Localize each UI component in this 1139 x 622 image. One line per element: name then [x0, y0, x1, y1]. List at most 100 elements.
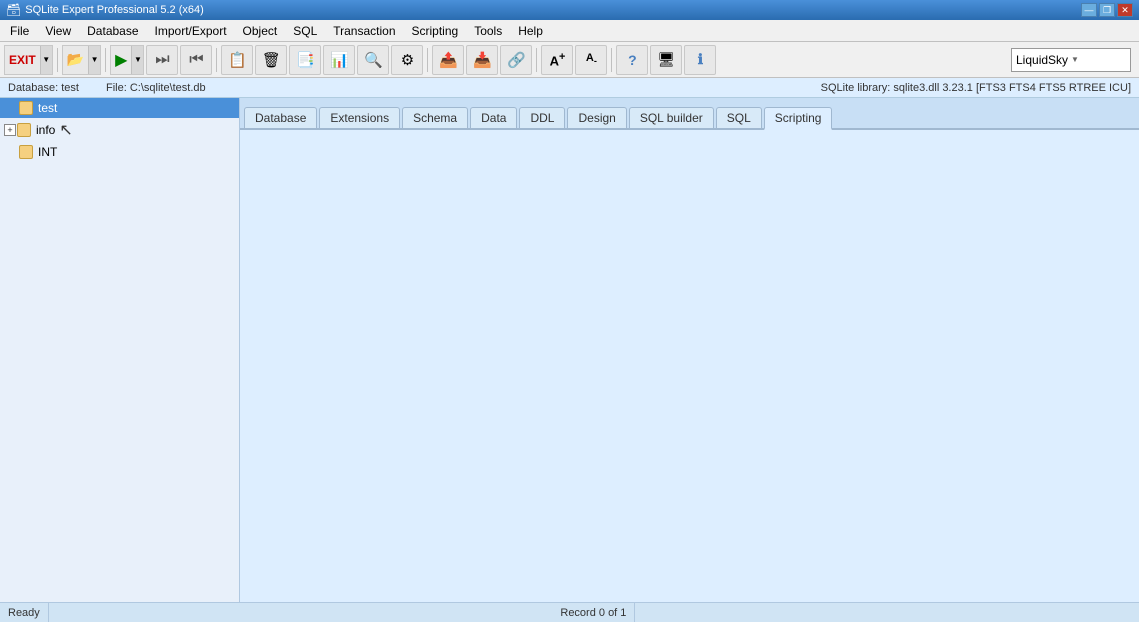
- exit-icon: EXIT: [5, 46, 40, 74]
- record-count: Record 0 of 1: [552, 603, 635, 622]
- info-icon: ℹ: [698, 51, 703, 68]
- menu-item-object[interactable]: Object: [235, 20, 286, 41]
- menu-item-import/export[interactable]: Import/Export: [147, 20, 235, 41]
- menu-item-transaction[interactable]: Transaction: [325, 20, 403, 41]
- query-button[interactable]: 🔍: [357, 45, 389, 75]
- menu-item-help[interactable]: Help: [510, 20, 551, 41]
- status-text: Ready: [0, 603, 49, 622]
- title-bar: 🗃 SQLite Expert Professional 5.2 (x64) —…: [0, 0, 1139, 20]
- tab-sql[interactable]: SQL: [716, 107, 762, 128]
- title-bar-left: 🗃 SQLite Expert Professional 5.2 (x64): [6, 3, 204, 17]
- tree-icon-test: [18, 100, 34, 116]
- open-button[interactable]: 📂 ▼: [62, 45, 101, 75]
- step-next-icon: ⏭: [155, 51, 169, 69]
- delete-table-button[interactable]: 🗑: [255, 45, 287, 75]
- separator-6: [611, 48, 612, 72]
- db-selector-value: LiquidSky: [1016, 53, 1071, 67]
- app-title: SQLite Expert Professional 5.2 (x64): [25, 4, 204, 16]
- menu-item-database[interactable]: Database: [79, 20, 146, 41]
- menu-item-tools[interactable]: Tools: [466, 20, 510, 41]
- ready-label: Ready: [8, 607, 40, 619]
- new-table-button[interactable]: 📋: [221, 45, 253, 75]
- menu-bar: FileViewDatabaseImport/ExportObjectSQLTr…: [0, 20, 1139, 42]
- font-increase-icon: A+: [550, 51, 566, 68]
- tree-item-INT[interactable]: INT: [0, 142, 239, 162]
- font-increase-button[interactable]: A+: [541, 45, 573, 75]
- edit-index-icon: 📊: [330, 51, 349, 69]
- sqlite-info: SQLite library: sqlite3.dll 3.23.1 [FTS3…: [821, 82, 1131, 94]
- separator-4: [427, 48, 428, 72]
- attach-icon: 🔗: [507, 51, 526, 69]
- db-icon-test: [19, 101, 33, 115]
- tab-scripting[interactable]: Scripting: [764, 107, 833, 130]
- tree-expand-INT: [4, 145, 18, 159]
- cursor-indicator: ↖: [59, 120, 72, 140]
- separator-2: [105, 48, 106, 72]
- menu-item-scripting[interactable]: Scripting: [404, 20, 467, 41]
- db-selector-arrow: ▼: [1071, 55, 1126, 64]
- db-icon-info: [17, 123, 31, 137]
- new-table-icon: 📋: [228, 51, 247, 69]
- settings-button[interactable]: ⚙: [391, 45, 423, 75]
- menu-item-view[interactable]: View: [37, 20, 79, 41]
- tree-label-test: test: [38, 101, 57, 115]
- import-icon: 📥: [473, 51, 492, 69]
- exit-dropdown-arrow[interactable]: ▼: [40, 46, 52, 74]
- menu-item-file[interactable]: File: [2, 20, 37, 41]
- exit-button[interactable]: EXIT ▼: [4, 45, 53, 75]
- menu-item-sql[interactable]: SQL: [285, 20, 325, 41]
- info-button[interactable]: ℹ: [684, 45, 716, 75]
- settings-icon: ⚙: [401, 51, 414, 69]
- step-next-button[interactable]: ⏭: [146, 45, 178, 75]
- step-prev-button[interactable]: ⏮: [180, 45, 212, 75]
- edit-index-button[interactable]: 📊: [323, 45, 355, 75]
- tab-data[interactable]: Data: [470, 107, 517, 128]
- tab-ddl[interactable]: DDL: [519, 107, 565, 128]
- import-button[interactable]: 📥: [466, 45, 498, 75]
- font-decrease-button[interactable]: A-: [575, 45, 607, 75]
- tab-database[interactable]: Database: [244, 107, 317, 128]
- tab-sql-builder[interactable]: SQL builder: [629, 107, 714, 128]
- record-label: Record 0 of 1: [560, 607, 626, 619]
- help-button[interactable]: ?: [616, 45, 648, 75]
- separator-3: [216, 48, 217, 72]
- tab-design[interactable]: Design: [567, 107, 626, 128]
- new-index-icon: 📑: [296, 51, 315, 69]
- tree-icon-info: [16, 122, 32, 138]
- attach-button[interactable]: 🔗: [500, 45, 532, 75]
- title-bar-controls: — ❐ ✕: [1081, 3, 1133, 17]
- tab-extensions[interactable]: Extensions: [319, 107, 400, 128]
- delete-table-icon: 🗑: [262, 51, 281, 69]
- tree-item-info[interactable]: + info ↖: [0, 118, 239, 142]
- tree-icon-INT: [18, 144, 34, 160]
- minimize-button[interactable]: —: [1081, 3, 1097, 17]
- execute-button[interactable]: ▶ ▼: [110, 45, 144, 75]
- status-bar: Ready Record 0 of 1: [0, 602, 1139, 622]
- execute-dropdown-arrow[interactable]: ▼: [131, 46, 143, 74]
- export-button[interactable]: 📤: [432, 45, 464, 75]
- info-bar: Database: test File: C:\sqlite\test.db S…: [0, 78, 1139, 98]
- info-bar-left: Database: test File: C:\sqlite\test.db: [8, 82, 206, 94]
- execute-icon: ▶: [111, 46, 131, 74]
- file-label: File: C:\sqlite\test.db: [106, 82, 206, 94]
- connection-icon: 🖥: [658, 51, 676, 68]
- tree-expand-test: [4, 101, 18, 115]
- database-label: Database: test: [8, 82, 79, 94]
- tree-item-test[interactable]: test: [0, 98, 239, 118]
- db-selector[interactable]: LiquidSky ▼: [1011, 48, 1131, 72]
- font-decrease-icon: A-: [586, 52, 597, 66]
- right-panel: DatabaseExtensionsSchemaDataDDLDesignSQL…: [240, 98, 1139, 602]
- tab-schema[interactable]: Schema: [402, 107, 468, 128]
- close-button[interactable]: ✕: [1117, 3, 1133, 17]
- new-index-button[interactable]: 📑: [289, 45, 321, 75]
- tree-expand-info[interactable]: +: [4, 124, 16, 136]
- tab-content: [240, 130, 1139, 602]
- step-prev-icon: ⏮: [189, 51, 203, 69]
- db-icon-INT: [19, 145, 33, 159]
- open-dropdown-arrow[interactable]: ▼: [88, 46, 100, 74]
- tree-label-INT: INT: [38, 145, 57, 159]
- connection-button[interactable]: 🖥: [650, 45, 682, 75]
- query-icon: 🔍: [364, 51, 383, 69]
- restore-button[interactable]: ❐: [1099, 3, 1115, 17]
- toolbar: EXIT ▼ 📂 ▼ ▶ ▼ ⏭ ⏮ 📋 🗑 📑 📊 🔍 ⚙ 📤: [0, 42, 1139, 78]
